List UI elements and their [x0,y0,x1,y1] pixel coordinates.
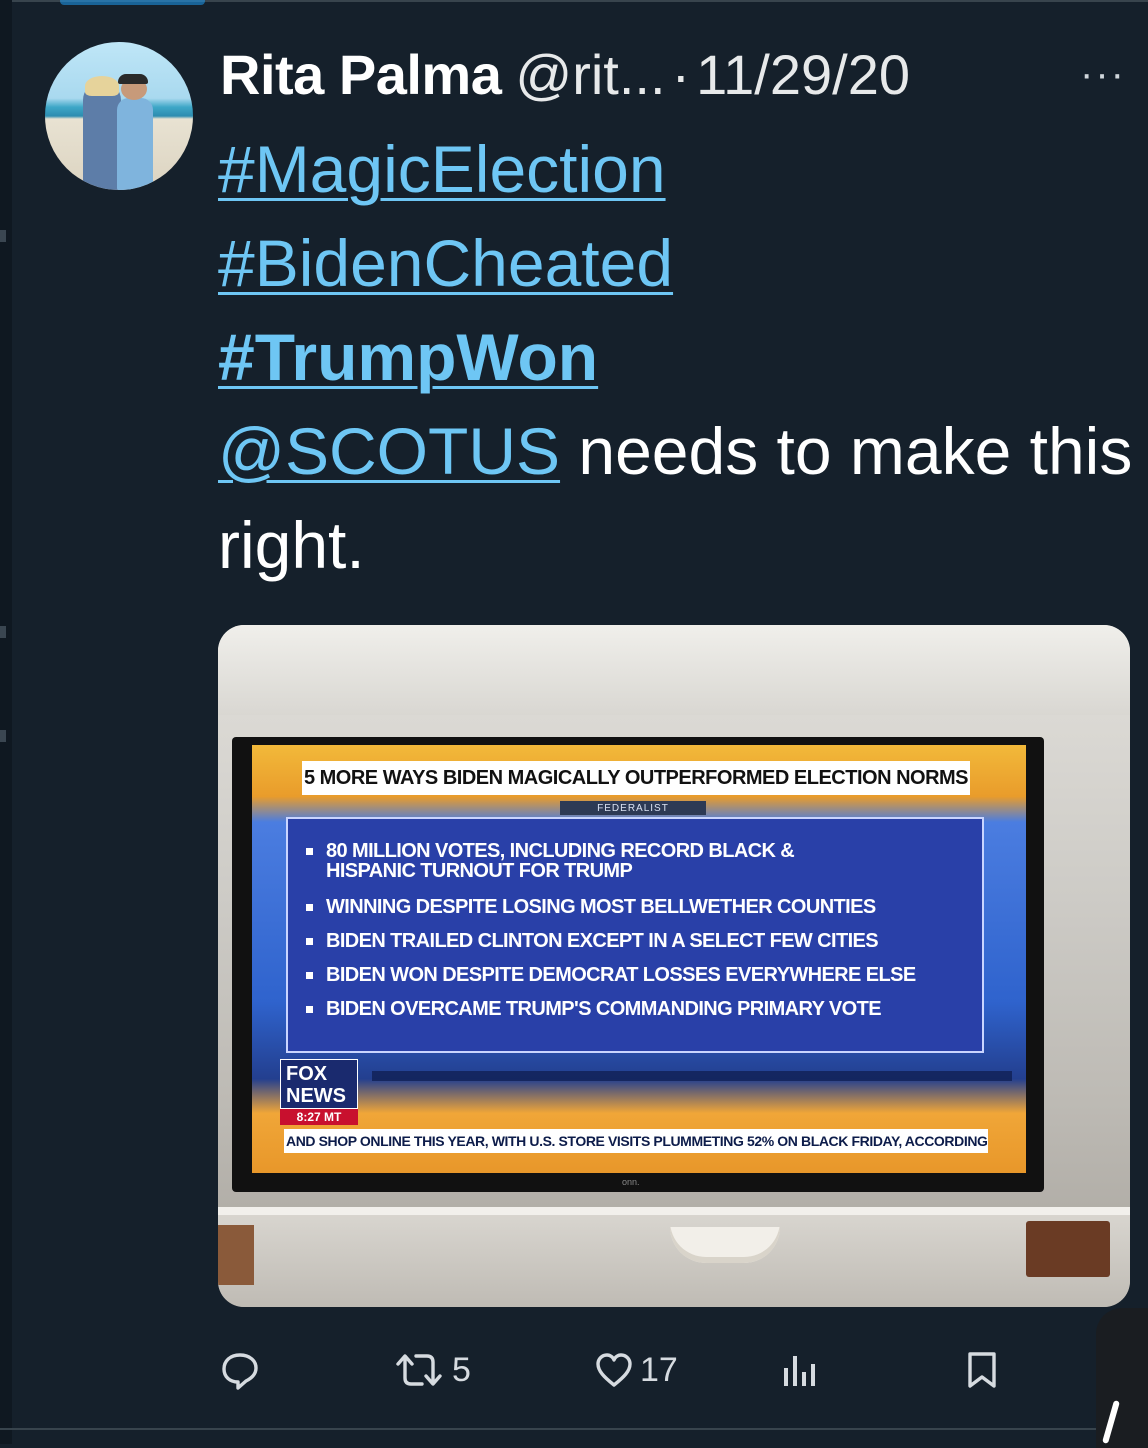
retweet-button[interactable]: 5 [392,1350,471,1390]
tweet-header: Rita Palma @rit... · 11/29/20 [220,38,910,110]
tv-screen: 5 MORE WAYS BIDEN MAGICALLY OUTPERFORMED… [252,745,1026,1173]
tab-indicator [60,0,205,5]
tv-clock: 8:27 MT [280,1109,358,1125]
hashtag-link[interactable]: #MagicElection [218,132,666,206]
tv-ticker: AND SHOP ONLINE THIS YEAR, WITH U.S. STO… [284,1129,988,1153]
tv-bullet: WINNING DESPITE LOSING MOST BELLWETHER C… [306,897,876,917]
like-button[interactable]: 17 [594,1350,678,1390]
hashtag-link[interactable]: #BidenCheated [218,226,673,300]
bookmark-button[interactable] [962,1350,1002,1390]
tv-data-strip [372,1071,1012,1081]
overlay-card [1096,1308,1148,1448]
hashtag-link[interactable]: #TrumpWon [218,320,598,394]
heart-icon [596,1353,632,1387]
tv-headline: 5 MORE WAYS BIDEN MAGICALLY OUTPERFORMED… [302,761,970,795]
avatar[interactable] [45,42,193,190]
views-icon [784,1356,815,1386]
retweet-count: 5 [452,1350,471,1389]
mention-link[interactable]: @SCOTUS [218,414,560,488]
fox-news-logo: FOX NEWS 8:27 MT [280,1059,368,1127]
bottom-divider [0,1428,1148,1430]
shelf-object [218,1225,254,1285]
tv-bullet: BIDEN OVERCAME TRUMP'S COMMANDING PRIMAR… [306,999,882,1019]
author-name[interactable]: Rita Palma [220,42,502,107]
tweet-actions: 5 17 [0,1340,1148,1410]
shelf-box [1026,1221,1110,1277]
views-button[interactable] [778,1350,818,1390]
television: 5 MORE WAYS BIDEN MAGICALLY OUTPERFORMED… [232,737,1044,1192]
tweet-text: #MagicElection #BidenCheated #TrumpWon @… [218,122,1138,592]
separator: · [671,42,691,106]
more-options-icon[interactable]: ··· [1080,52,1126,97]
left-edge [0,0,12,1444]
tv-bullet: BIDEN WON DESPITE DEMOCRAT LOSSES EVERYW… [306,965,916,985]
tweet-date[interactable]: 11/29/20 [696,42,910,107]
tv-bullet: 80 MILLION VOTES, INCLUDING RECORD BLACK… [306,841,866,881]
reply-icon [222,1353,258,1390]
bookmark-icon [968,1352,996,1388]
tv-bullet-panel: 80 MILLION VOTES, INCLUDING RECORD BLACK… [286,817,984,1053]
tweet-media-image[interactable]: 5 MORE WAYS BIDEN MAGICALLY OUTPERFORMED… [218,625,1130,1307]
tv-bullet: BIDEN TRAILED CLINTON EXCEPT IN A SELECT… [306,931,879,951]
like-count: 17 [640,1350,678,1389]
tv-source: FEDERALIST [560,801,706,815]
retweet-icon [396,1354,442,1386]
tv-brand: onn. [622,1177,640,1187]
reply-button[interactable] [220,1350,260,1390]
author-handle[interactable]: @rit... [515,42,665,107]
